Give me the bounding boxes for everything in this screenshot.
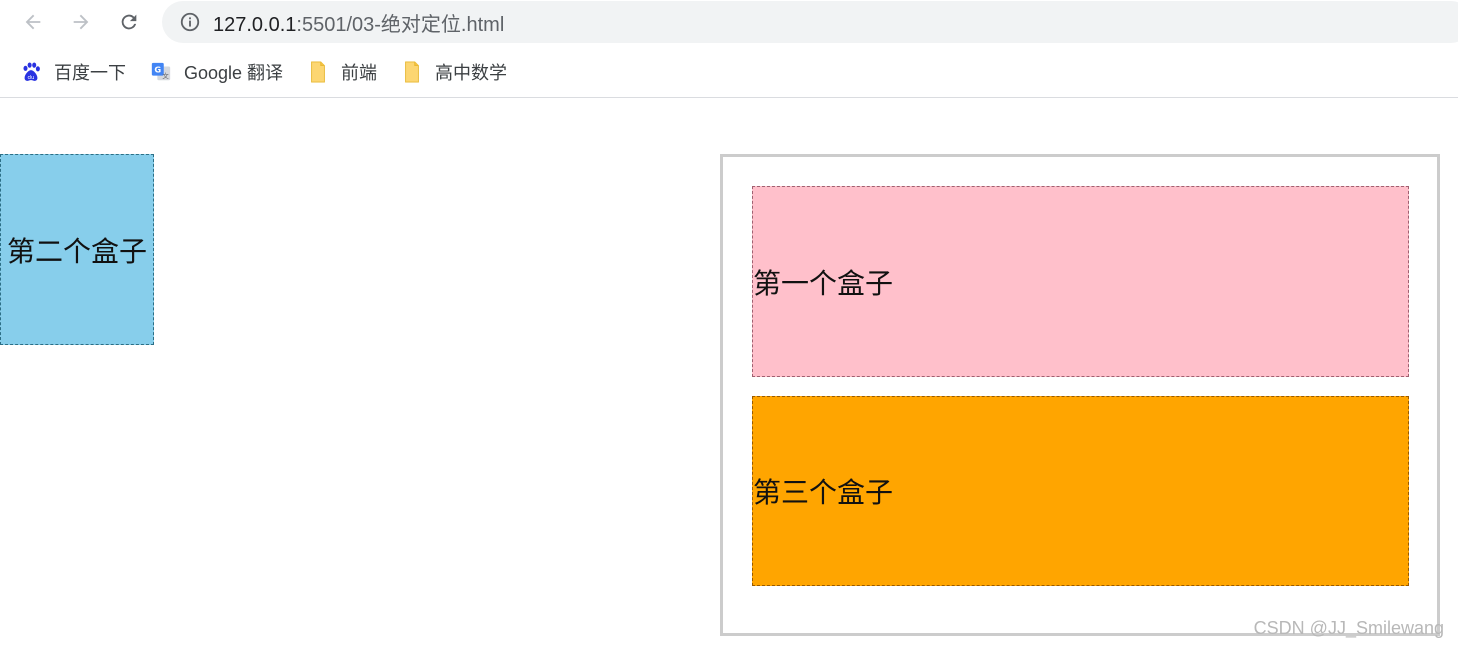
url-text[interactable]: 127.0.0.1:5501/03-绝对定位.html (213, 8, 504, 37)
bookmarks-bar: du 百度一下 G 文 Google 翻译 前端 高中数学 (0, 52, 1458, 92)
svg-text:du: du (28, 75, 35, 81)
url-path: :5501/03-绝对定位.html (296, 13, 505, 36)
bookmark-label: Google 翻译 (184, 63, 284, 83)
google-translate-icon: G 文 (151, 62, 171, 81)
bookmark-google-translate[interactable]: G 文 Google 翻译 (138, 54, 291, 90)
outer-container: 第一个盒子 第三个盒子 (720, 154, 1440, 636)
reload-button[interactable] (114, 7, 144, 37)
baidu-paw-icon: du (23, 62, 40, 81)
folder-icon (405, 61, 419, 83)
first-box: 第一个盒子 (752, 186, 1409, 377)
second-box: 第二个盒子 (0, 154, 154, 345)
bookmark-label: 百度一下 (54, 63, 126, 83)
first-box-label: 第一个盒子 (753, 266, 894, 300)
forward-button[interactable] (66, 7, 96, 37)
reload-icon (121, 14, 137, 30)
bookmark-folder-frontend[interactable]: 前端 (295, 54, 385, 90)
watermark: CSDN @JJ_Smilewang (1253, 618, 1444, 638)
address-bar[interactable]: 127.0.0.1:5501/03-绝对定位.html (162, 1, 1458, 43)
arrow-left-icon (25, 14, 41, 30)
third-box-label: 第三个盒子 (753, 476, 894, 509)
bookmark-baidu[interactable]: du 百度一下 (8, 54, 134, 90)
url-host: 127.0.0.1 (213, 13, 297, 36)
info-icon[interactable] (179, 11, 201, 33)
back-button[interactable] (18, 7, 48, 37)
third-box: 第三个盒子 (752, 396, 1409, 586)
bookmark-label: 前端 (341, 63, 378, 83)
second-box-label: 第二个盒子 (6, 234, 147, 268)
bookmark-folder-math[interactable]: 高中数学 (389, 54, 515, 90)
page-viewport: 第二个盒子 第一个盒子 第三个盒子 (0, 98, 1458, 647)
svg-text:G: G (154, 64, 161, 74)
browser-chrome: 127.0.0.1:5501/03-绝对定位.html du 百度一下 G 文 … (0, 0, 1458, 98)
folder-icon (311, 61, 325, 83)
arrow-right-icon (73, 14, 89, 30)
bookmark-label: 高中数学 (435, 63, 508, 83)
svg-text:文: 文 (162, 71, 169, 80)
